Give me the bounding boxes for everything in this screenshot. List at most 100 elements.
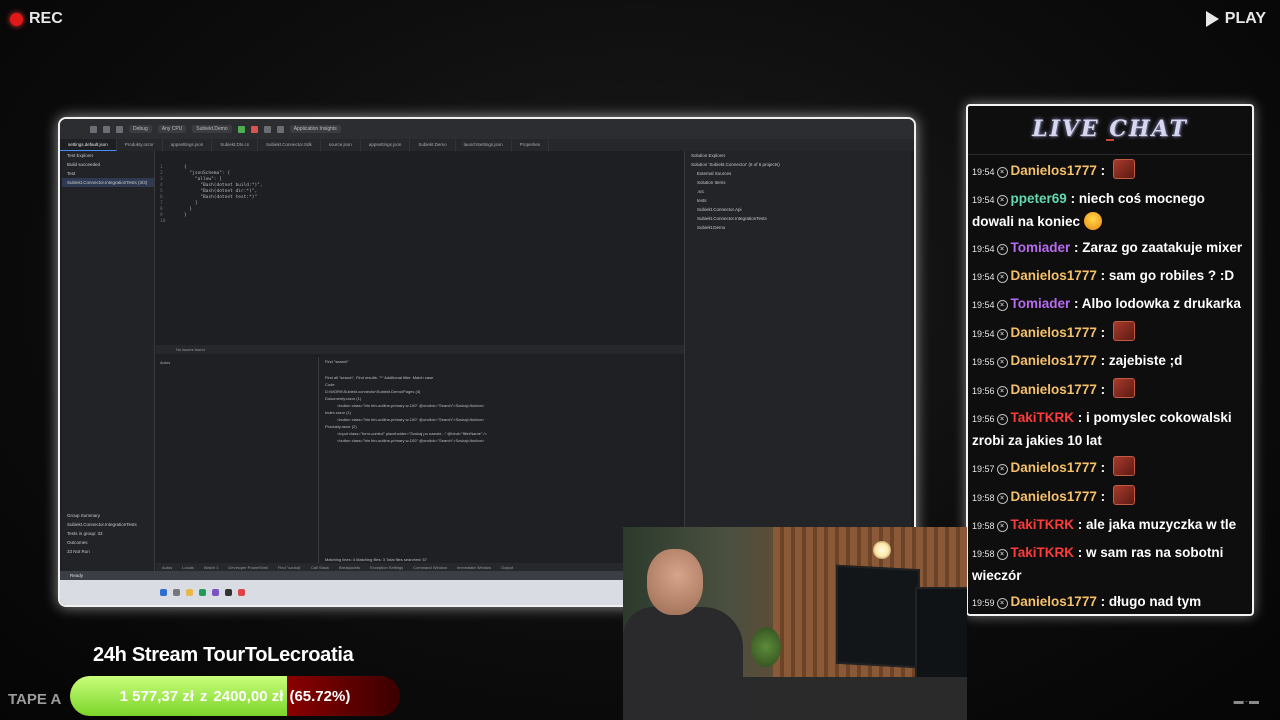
separator: : xyxy=(1096,594,1109,609)
app-icon[interactable] xyxy=(238,589,245,596)
back-icon[interactable] xyxy=(90,125,97,133)
save-icon[interactable] xyxy=(116,125,123,133)
editor-tab[interactable]: source.json xyxy=(321,139,361,151)
tool-tab[interactable]: Developer PowerShell xyxy=(228,565,268,570)
plant xyxy=(751,627,781,667)
step-icon[interactable] xyxy=(276,125,284,133)
chat-username[interactable]: ppeter69 xyxy=(1011,191,1067,206)
solution-tree-item[interactable]: Subiekt.Connector.IntegrationTests xyxy=(685,214,911,223)
platform-select[interactable]: Any CPU xyxy=(157,125,187,133)
line-number: 5 xyxy=(160,189,163,194)
visual-studio-icon[interactable] xyxy=(212,589,219,596)
run-icon[interactable] xyxy=(237,125,245,133)
chat-message: 19:54 × Danielos1777 : xyxy=(972,321,1246,345)
editor-tab[interactable]: Properties xyxy=(512,139,550,151)
stop-icon[interactable] xyxy=(250,125,258,133)
tool-tab[interactable]: Immediate Window xyxy=(457,565,491,570)
chat-username[interactable]: Danielos1777 xyxy=(1011,382,1097,397)
user-badge-icon: × xyxy=(996,598,1008,609)
search-icon[interactable] xyxy=(173,589,180,596)
donation-goal-bar: 1 577,37 zł z 2400,00 zł (65.72%) xyxy=(70,676,400,716)
goal-text: 1 577,37 zł z 2400,00 zł (65.72%) xyxy=(70,676,400,716)
tool-tab[interactable]: Output xyxy=(501,565,513,570)
editor-tab[interactable]: settings.default.json xyxy=(60,139,117,151)
solution-tree-item[interactable]: Solution 'Subiekt.Connector' (6 of 6 pro… xyxy=(685,160,911,169)
tool-tab[interactable]: Command Window xyxy=(413,565,447,570)
solution-tree-item[interactable]: Subiekt.Connector.Api xyxy=(685,205,911,214)
code-line: ] xyxy=(184,201,198,206)
find-result-row[interactable]: Find all "search", Find results: "*" Add… xyxy=(325,375,433,380)
rage-emote-icon xyxy=(1112,321,1135,341)
find-result-row[interactable]: Dokumenty.razor (1) xyxy=(325,396,361,401)
app-insights-button[interactable]: Application Insights xyxy=(289,125,341,133)
forward-icon[interactable] xyxy=(103,125,110,133)
editor-tab[interactable]: Subiekt.Connector.Sdk xyxy=(258,139,321,151)
chat-username[interactable]: Danielos1777 xyxy=(1011,325,1097,340)
line-number: 7 xyxy=(160,201,163,206)
tool-tab[interactable]: Find "szukaj" xyxy=(278,565,301,570)
chat-username[interactable]: Tomiader xyxy=(1011,240,1071,255)
find-result-row[interactable]: Code xyxy=(325,382,335,387)
find-result-row[interactable]: Index.razor (1) xyxy=(325,410,351,415)
editor-tab[interactable]: Subiekt.Dts.cs xyxy=(212,139,259,151)
find-result-row[interactable]: <input class="form-control" placeholder=… xyxy=(337,431,487,436)
solution-tree-item[interactable]: .src xyxy=(685,187,911,196)
code-editor[interactable]: 1 {2 "jsonSchema": {3 "allow": [4 "Bash(d… xyxy=(156,159,678,349)
tool-tab[interactable]: Autos xyxy=(162,565,172,570)
restart-icon[interactable] xyxy=(263,125,271,133)
chat-username[interactable]: TakiTKRK xyxy=(1011,517,1075,532)
tool-tab[interactable]: Call Stack xyxy=(311,565,329,570)
editor-tab[interactable]: Subiekt.Demo xyxy=(410,139,456,151)
message-time: 19:57 xyxy=(972,464,995,474)
logo-underline xyxy=(1105,139,1114,141)
chat-username[interactable]: Tomiader xyxy=(1011,296,1071,311)
start-icon[interactable] xyxy=(160,589,167,596)
config-select[interactable]: Debug xyxy=(129,125,152,133)
editor-tab[interactable]: appsettings.json xyxy=(163,139,213,151)
find-result-row[interactable]: D:\WORK\Subiekt.connector\Subiekt.Demo\P… xyxy=(325,389,420,394)
editor-tab[interactable]: launchSettings.json xyxy=(456,139,512,151)
chat-username[interactable]: TakiTKRK xyxy=(1011,545,1075,560)
message-text: ale jaka muzyczka w tle xyxy=(1086,517,1237,532)
separator: : xyxy=(1096,382,1109,397)
tool-tab[interactable]: Watch 1 xyxy=(204,565,219,570)
terminal-icon[interactable] xyxy=(225,589,232,596)
test-tree-item[interactable]: Subiekt.Connector.IntegrationTests (3/3) xyxy=(62,178,154,187)
chat-username[interactable]: Danielos1777 xyxy=(1011,594,1097,609)
chat-username[interactable]: Danielos1777 xyxy=(1011,163,1097,178)
solution-tree-item[interactable]: tests xyxy=(685,196,911,205)
solution-tree-item[interactable]: Solution Items xyxy=(685,178,911,187)
tool-tab[interactable]: Breakpoints xyxy=(339,565,360,570)
startup-project-select[interactable]: Subiekt.Demo xyxy=(192,125,232,133)
chat-username[interactable]: Danielos1777 xyxy=(1011,353,1097,368)
summary-title: Group Summary xyxy=(67,513,101,518)
chat-username[interactable]: Danielos1777 xyxy=(1011,460,1097,475)
tool-tab[interactable]: Exception Settings xyxy=(370,565,403,570)
chat-username[interactable]: Danielos1777 xyxy=(1011,268,1097,283)
browser-icon[interactable] xyxy=(199,589,206,596)
editor-tab[interactable]: appsettings.json xyxy=(361,139,411,151)
find-result-row[interactable]: Produkty.razor (2) xyxy=(325,424,357,429)
message-text: Albo lodowka z drukarka xyxy=(1081,296,1241,311)
editor-status: No issues found xyxy=(156,345,698,354)
separator: : xyxy=(1096,489,1109,504)
chat-message: 19:54 × ppeter69 : niech coś mocnego dowal… xyxy=(972,188,1246,232)
solution-tree-item[interactable]: Subiekt.Demo xyxy=(685,223,911,232)
find-result-row[interactable]: <button class="btn btn-outline-primary w… xyxy=(337,438,484,443)
separator: : xyxy=(1074,517,1087,532)
play-indicator: PLAY xyxy=(1205,10,1266,28)
solution-tree-item[interactable]: External Sources xyxy=(685,169,911,178)
chat-username[interactable]: TakiTKRK xyxy=(1011,410,1075,425)
explorer-icon[interactable] xyxy=(186,589,193,596)
tool-tab[interactable]: Locals xyxy=(182,565,194,570)
chat-username[interactable]: Danielos1777 xyxy=(1011,489,1097,504)
user-badge-icon: × xyxy=(996,521,1008,532)
chat-message: 19:56 × TakiTKRK : i pomyslec cokowalski z… xyxy=(972,407,1246,451)
line-number: 4 xyxy=(160,183,163,188)
bottom-tool-tabs: Autos Locals Watch 1 Developer PowerShell Fi… xyxy=(156,563,686,571)
editor-tab[interactable]: Produkty.razor xyxy=(117,139,163,151)
rage-emote-icon xyxy=(1112,378,1135,398)
find-result-row[interactable]: <button class="btn btn-outline-primary w… xyxy=(337,417,484,422)
message-time: 19:58 xyxy=(972,549,995,559)
find-result-row[interactable]: <button class="btn btn-outline-primary w… xyxy=(337,403,484,408)
